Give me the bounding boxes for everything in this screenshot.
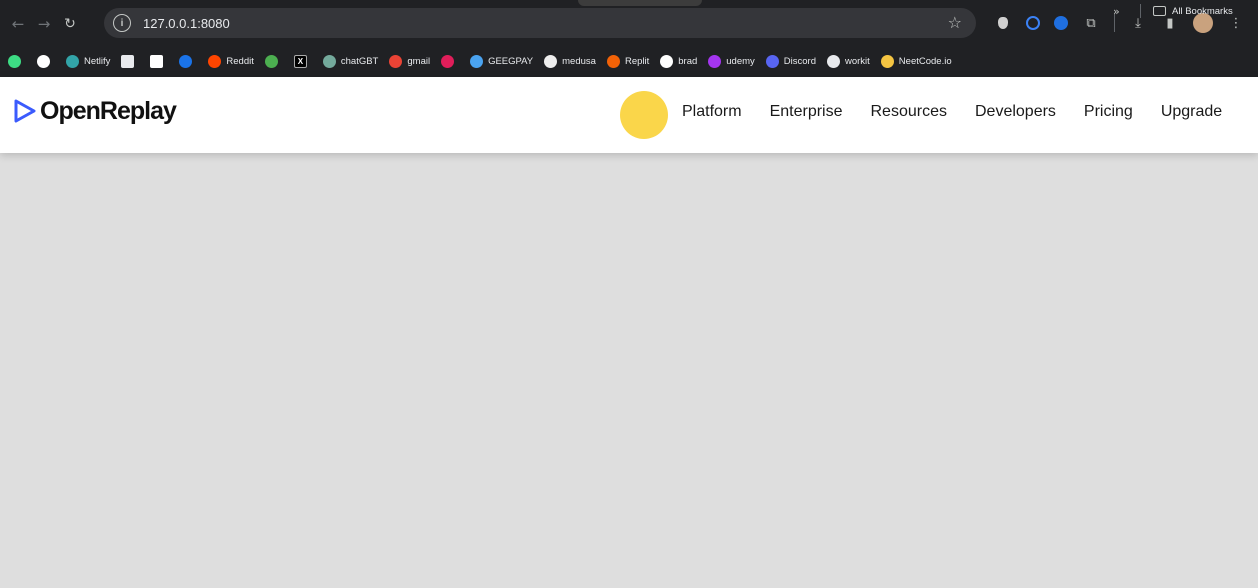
github-icon: [37, 54, 50, 68]
bookmarks-bar: Netlify Reddit XchatGBT gmail GEEGPAY medusa R…: [0, 50, 1258, 72]
bookmark-item[interactable]: Netlify: [66, 54, 111, 68]
all-bookmarks-button[interactable]: All Bookmarks: [1153, 0, 1233, 22]
bookmark-item[interactable]: [121, 54, 139, 68]
info-icon[interactable]: i: [113, 14, 131, 32]
all-bookmarks-label: All Bookmarks: [1172, 5, 1233, 17]
bookmark-item[interactable]: Discord: [765, 54, 816, 68]
download-icon[interactable]: ⤓: [1129, 14, 1147, 32]
forward-arrow-icon[interactable]: →: [31, 11, 57, 37]
pinwheel-icon: [264, 54, 278, 68]
yellow-circle-avatar[interactable]: [620, 91, 668, 139]
geegpay-icon: [470, 54, 484, 68]
back-arrow-icon[interactable]: ←: [5, 11, 31, 37]
nav-developers[interactable]: Developers: [975, 103, 1056, 121]
netlify-icon: [66, 54, 79, 68]
medusa-icon: [544, 54, 558, 68]
gmail-icon: [389, 54, 403, 68]
tab-strip: [578, 0, 702, 6]
bookmark-item[interactable]: chatGBT: [322, 54, 379, 68]
bookmark-item[interactable]: [441, 54, 459, 68]
bookmarks-divider: [1140, 4, 1141, 18]
x-icon: X: [293, 54, 307, 68]
slack-icon: [441, 54, 455, 68]
browser-chrome: ← → ↻ i 127.0.0.1:8080 ☆ ⧉ ⤓ ▮ ⋮ Netlify…: [0, 0, 1258, 77]
replit-icon: [606, 54, 620, 68]
bookmark-item[interactable]: GEEGPAY: [470, 54, 534, 68]
bookmark-item[interactable]: workit: [826, 54, 870, 68]
bookmark-item[interactable]: medusa: [544, 54, 596, 68]
site-header: OpenReplay Platform Enterprise Resources…: [0, 77, 1258, 153]
page-viewport: OpenReplay Platform Enterprise Resources…: [0, 77, 1258, 588]
extension-blue-icon[interactable]: [1054, 16, 1068, 30]
bookmark-item[interactable]: [8, 54, 26, 68]
bookmark-item[interactable]: udemy: [708, 54, 755, 68]
github-icon: [660, 54, 674, 68]
bookmark-item[interactable]: [179, 54, 197, 68]
bookmark-item[interactable]: [37, 54, 55, 68]
bookmark-item[interactable]: gmail: [389, 54, 431, 68]
bookmark-label: medusa: [562, 55, 596, 67]
bookmark-label: Netlify: [84, 55, 111, 67]
bookmark-item[interactable]: [264, 54, 283, 68]
star-icon[interactable]: ☆: [948, 13, 962, 32]
address-bar[interactable]: i 127.0.0.1:8080 ☆: [104, 8, 976, 38]
chatgpt-icon: [322, 54, 336, 68]
more-bookmarks-icon[interactable]: »: [1113, 0, 1120, 22]
extension-ring-icon[interactable]: [1026, 16, 1040, 30]
nav-platform[interactable]: Platform: [682, 103, 742, 121]
bookmark-label: GEEGPAY: [488, 55, 534, 67]
reddit-icon: [208, 54, 222, 68]
main-nav: Platform Enterprise Resources Developers…: [682, 103, 1222, 121]
bookmark-item[interactable]: Reddit: [208, 54, 254, 68]
nav-pricing[interactable]: Pricing: [1084, 103, 1133, 121]
nav-enterprise[interactable]: Enterprise: [770, 103, 843, 121]
browser-toolbar: ← → ↻ i 127.0.0.1:8080 ☆ ⧉ ⤓ ▮ ⋮: [0, 8, 1258, 40]
bookmark-item[interactable]: [150, 54, 168, 68]
folder-icon: [1153, 6, 1166, 16]
bookmark-label: gmail: [407, 55, 431, 67]
page-icon: [121, 54, 135, 68]
bookmark-label: udemy: [726, 55, 755, 67]
neetcode-icon: [880, 54, 894, 68]
bookmark-item[interactable]: brad: [660, 54, 698, 68]
site-logo[interactable]: OpenReplay: [13, 95, 177, 127]
bookmark-label: Replit: [624, 55, 650, 67]
android-icon: [8, 54, 21, 68]
logo-text: OpenReplay: [40, 96, 177, 125]
play-logo-icon: [14, 99, 36, 123]
bookmark-label: workit: [844, 55, 870, 67]
discord-icon: [765, 54, 779, 68]
bookmark-label: NeetCode.io: [898, 55, 952, 67]
bookmark-label: Reddit: [226, 55, 254, 67]
nav-resources[interactable]: Resources: [871, 103, 947, 121]
bookmark-item[interactable]: NeetCode.io: [880, 54, 952, 68]
medium-icon: [150, 54, 164, 68]
c-icon: [179, 54, 193, 68]
bookmark-item[interactable]: Replit: [606, 54, 650, 68]
bookmark-label: chatGBT: [340, 55, 379, 67]
puzzle-icon[interactable]: ⧉: [1082, 14, 1100, 32]
url-text[interactable]: 127.0.0.1:8080: [143, 16, 230, 31]
bookmark-label: brad: [678, 55, 698, 67]
bookmark-item[interactable]: X: [293, 54, 312, 68]
extension-apple-icon[interactable]: [994, 14, 1012, 32]
nav-upgrade[interactable]: Upgrade: [1161, 103, 1222, 121]
reload-icon[interactable]: ↻: [57, 11, 83, 37]
bookmark-label: Discord: [783, 55, 816, 67]
globe-icon: [826, 54, 840, 68]
udemy-icon: [708, 54, 722, 68]
